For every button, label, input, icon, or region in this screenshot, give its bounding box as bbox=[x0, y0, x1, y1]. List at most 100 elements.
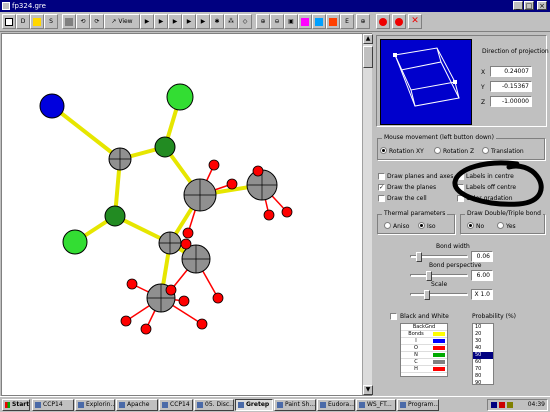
color-legend[interactable]: BackGnd Bonds I O N C H bbox=[400, 323, 448, 377]
probability-item[interactable]: 10 bbox=[473, 324, 493, 331]
double-bond-yes-radio[interactable] bbox=[497, 222, 504, 229]
taskbar-item-paint-shop[interactable]: Paint Sh... bbox=[274, 399, 316, 411]
projection-view[interactable] bbox=[380, 39, 472, 125]
scale-thumb[interactable] bbox=[424, 290, 430, 300]
bond-perspective-field[interactable]: 6.00 bbox=[471, 270, 493, 281]
z-label: Z bbox=[481, 99, 486, 106]
draw-planes-label: Draw the planes bbox=[387, 184, 437, 191]
probability-item[interactable]: 90 bbox=[473, 380, 493, 384]
arrows-button-2[interactable]: ▶ bbox=[154, 14, 168, 29]
maximize-button[interactable]: □ bbox=[524, 1, 534, 10]
rotation-z-radio[interactable] bbox=[434, 147, 441, 154]
probability-label: Probability (%) bbox=[472, 313, 517, 320]
tray-icon-network[interactable] bbox=[491, 402, 497, 408]
rotate-y-button[interactable]: ⟲ bbox=[76, 14, 90, 29]
molecule-button[interactable]: ✱ bbox=[210, 14, 224, 29]
taskbar-item-ccp14-2[interactable]: CCP14 bbox=[159, 399, 193, 411]
x-field[interactable]: 0.24007 bbox=[490, 66, 532, 77]
legend-bonds-row[interactable]: Bonds bbox=[401, 331, 447, 338]
print-button[interactable] bbox=[62, 14, 76, 29]
draw-planes-axes-checkbox[interactable] bbox=[378, 173, 385, 180]
d-button[interactable]: D bbox=[16, 14, 30, 29]
zoom-in-button[interactable]: ⊕ bbox=[256, 14, 270, 29]
scroll-thumb[interactable] bbox=[363, 46, 373, 68]
taskbar-item-apache[interactable]: Apache bbox=[116, 399, 158, 411]
bond-perspective-thumb[interactable] bbox=[426, 271, 432, 281]
taskbar-item-explorer[interactable]: Explorin... bbox=[75, 399, 115, 411]
aniso-radio[interactable] bbox=[384, 222, 391, 229]
taskbar-item-ws-ftp[interactable]: WS_FT... bbox=[356, 399, 396, 411]
probability-item[interactable]: 20 bbox=[473, 331, 493, 338]
arrows-button-3[interactable]: ▶ bbox=[168, 14, 182, 29]
tray-icon-app[interactable] bbox=[499, 402, 505, 408]
camera-button[interactable]: ▣ bbox=[284, 14, 298, 29]
cell-button[interactable]: ◇ bbox=[238, 14, 252, 29]
rotation-xy-radio[interactable] bbox=[380, 147, 387, 154]
bond-width-thumb[interactable] bbox=[416, 252, 422, 262]
close-button[interactable]: × bbox=[537, 1, 547, 10]
legend-row[interactable]: I bbox=[401, 338, 447, 345]
probability-item[interactable]: 60 bbox=[473, 359, 493, 366]
probability-item[interactable]: 70 bbox=[473, 366, 493, 373]
y-field[interactable]: -0.15367 bbox=[490, 81, 532, 92]
rotate-x-button[interactable]: ⟳ bbox=[90, 14, 104, 29]
new-file-button[interactable] bbox=[2, 14, 16, 29]
draw-cell-checkbox[interactable] bbox=[378, 195, 385, 202]
black-white-checkbox[interactable] bbox=[390, 313, 397, 320]
minimize-button[interactable]: _ bbox=[513, 1, 523, 10]
clock[interactable]: 04:39 bbox=[528, 401, 545, 408]
legend-row[interactable]: O bbox=[401, 345, 447, 352]
start-button[interactable]: Start bbox=[2, 399, 30, 411]
probability-item-selected[interactable]: 50 bbox=[473, 352, 493, 359]
probability-item[interactable]: 30 bbox=[473, 338, 493, 345]
probability-item[interactable]: 80 bbox=[473, 373, 493, 380]
taskbar-item-ccp14[interactable]: CCP14 bbox=[32, 399, 74, 411]
zoom-out-button[interactable]: ⊖ bbox=[270, 14, 284, 29]
bond-width-slider[interactable] bbox=[410, 252, 468, 262]
translation-radio[interactable] bbox=[482, 147, 489, 154]
tray-icon-volume[interactable] bbox=[507, 402, 513, 408]
bond-width-field[interactable]: 0.06 bbox=[471, 251, 493, 262]
iso-label: Iso bbox=[427, 223, 436, 230]
translation-label: Translation bbox=[491, 148, 524, 155]
taskbar-item-eudora[interactable]: Eudora... bbox=[317, 399, 355, 411]
help-button[interactable] bbox=[392, 14, 406, 29]
probability-list[interactable]: 10 20 30 40 50 60 70 80 90 bbox=[472, 323, 494, 385]
vertical-scrollbar[interactable]: ▲ ▼ bbox=[362, 34, 373, 395]
color-button[interactable] bbox=[298, 14, 312, 29]
molecule-canvas[interactable]: ▲ ▼ bbox=[1, 33, 373, 396]
arrows-button-1[interactable]: ▶ bbox=[140, 14, 154, 29]
atoms-button[interactable]: ⁂ bbox=[224, 14, 238, 29]
legend-row[interactable]: N bbox=[401, 352, 447, 359]
taskbar-item-program[interactable]: Program... bbox=[397, 399, 439, 411]
open-button[interactable] bbox=[30, 14, 44, 29]
stop-button[interactable] bbox=[376, 14, 390, 29]
iso-radio[interactable] bbox=[418, 222, 425, 229]
exit-button[interactable]: ✕ bbox=[408, 14, 422, 29]
arrows-button-4[interactable]: ▶ bbox=[182, 14, 196, 29]
taskbar-item-disc[interactable]: 05. Disc... bbox=[194, 399, 234, 411]
arrows-button-5[interactable]: ▶ bbox=[196, 14, 210, 29]
s-button[interactable]: S bbox=[44, 14, 58, 29]
scroll-up-arrow[interactable]: ▲ bbox=[363, 34, 373, 44]
view-button[interactable]: ↗ View bbox=[104, 14, 140, 29]
atom-iodine bbox=[39, 93, 65, 119]
palette-button[interactable] bbox=[312, 14, 326, 29]
bonds-button[interactable] bbox=[326, 14, 340, 29]
scale-slider[interactable] bbox=[410, 290, 468, 300]
legend-row[interactable]: C bbox=[401, 359, 447, 366]
bond-width-label: Bond width bbox=[436, 243, 470, 250]
bond-perspective-slider[interactable] bbox=[410, 271, 468, 281]
double-bond-no-radio[interactable] bbox=[467, 222, 474, 229]
taskbar-item-gretep[interactable]: Gretep bbox=[235, 399, 273, 411]
e-button[interactable]: E bbox=[340, 14, 354, 29]
scroll-down-arrow[interactable]: ▼ bbox=[363, 385, 373, 395]
target-button[interactable]: ⊕ bbox=[356, 14, 370, 29]
scale-field[interactable]: X 1.0 bbox=[471, 289, 493, 300]
probability-item[interactable]: 40 bbox=[473, 345, 493, 352]
legend-background-row[interactable]: BackGnd bbox=[401, 324, 447, 331]
aniso-label: Aniso bbox=[393, 223, 410, 230]
draw-planes-checkbox[interactable]: ✓ bbox=[378, 184, 385, 191]
legend-row[interactable]: H bbox=[401, 366, 447, 373]
z-field[interactable]: -1.00000 bbox=[490, 96, 532, 107]
